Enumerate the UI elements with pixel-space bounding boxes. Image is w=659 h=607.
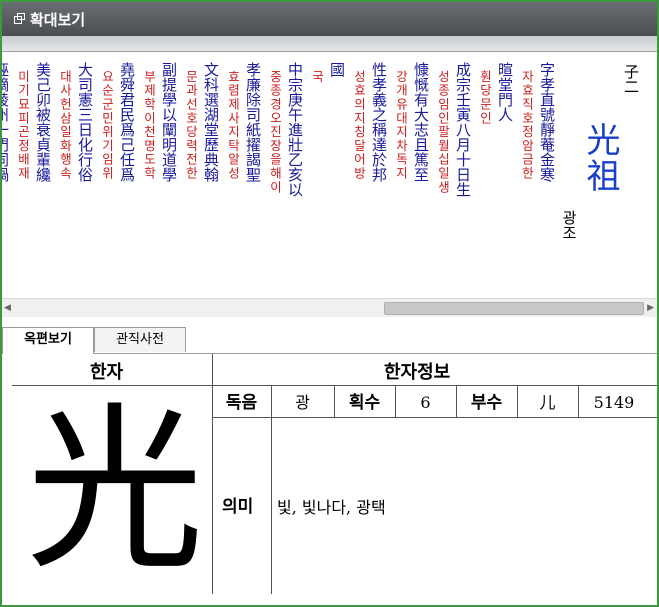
toolbar-strip <box>2 36 657 52</box>
strokes-value: 6 <box>420 393 431 412</box>
strokes-label: 획수 <box>348 393 381 413</box>
zoom-window: 확대보기 子二 光祖 광조 字孝直號靜菴金寒 자효직호정암금한 暄堂門人 훤당문인 成宗壬寅八… <box>0 0 659 607</box>
text-column: 副提學以闡明道學 <box>160 62 178 182</box>
text-column: 강개유대지차독지 <box>394 70 409 181</box>
hanja-info-panel: 한자 한자정보 光 독음 광 획수 6 부수 儿 5149 의미 빛, 빛나다,… <box>12 354 657 603</box>
vertical-text-viewer: 子二 光祖 광조 字孝直號靜菴金寒 자효직호정암금한 暄堂門人 훤당문인 成宗壬寅八月十日生 성… <box>2 52 657 298</box>
text-column: 性孝義之稱達於邦 <box>370 62 388 182</box>
text-column: 光祖 <box>580 122 620 194</box>
reading-value: 광 <box>295 393 310 412</box>
text-column: 성효의지칭달어방 <box>352 70 367 181</box>
text-column: 미기묘피곤정배재 <box>16 70 31 181</box>
scroll-right-arrow-icon[interactable]: ▶ <box>647 303 654 313</box>
radical-label: 부수 <box>470 393 503 413</box>
meaning-value: 빛, 빛나다, 광택 <box>277 498 386 517</box>
text-column: 中宗庚午進壯乙亥以 <box>286 62 304 197</box>
text-column: 大司憲三日化行俗 <box>76 62 94 182</box>
hanja-header: 한자 <box>90 362 124 383</box>
horizontal-scrollbar[interactable]: ◀ ▶ <box>2 298 657 317</box>
divider <box>212 417 657 418</box>
text-column: 중종경오진장을해이 <box>268 70 283 195</box>
text-column: 요순군민위기임위 <box>100 70 115 181</box>
text-column: 대사헌삼일화행속 <box>58 70 73 181</box>
text-column: 성종임인팔월십일생 <box>436 70 451 195</box>
text-column: 誣謫綾州一門同禍 <box>2 62 10 182</box>
text-column: 훤당문인 <box>478 70 493 126</box>
text-column: 광조 <box>560 210 578 240</box>
tab-okpyeon[interactable]: 옥편보기 <box>2 327 94 354</box>
text-column: 자효직호정암금한 <box>520 70 535 181</box>
tab-official-dictionary[interactable]: 관직사전 <box>94 327 186 352</box>
tab-bar: 옥편보기 관직사전 <box>2 327 657 354</box>
code-value: 5149 <box>593 393 635 412</box>
meaning-label: 의미 <box>222 497 254 517</box>
text-column: 字孝直號靜菴金寒 <box>538 62 556 182</box>
text-column: 孝廉除司紙擢謁聖 <box>244 62 262 182</box>
hanja-info-header: 한자정보 <box>384 362 451 383</box>
hanja-large-character: 光 <box>26 387 204 594</box>
window-title: 확대보기 <box>30 11 86 29</box>
text-column: 堯舜君民爲己任爲 <box>118 62 136 182</box>
text-column: 子二 <box>622 64 640 94</box>
reading-label: 독음 <box>225 393 258 413</box>
text-column: 暄堂門人 <box>496 62 514 122</box>
scrollbar-thumb[interactable] <box>384 302 644 315</box>
text-column: 美己卯被衰貞輩纔 <box>34 62 52 182</box>
text-column: 효렴제사지탁알성 <box>226 70 241 181</box>
text-column: 문과선호당력전한 <box>184 70 199 181</box>
scroll-left-arrow-icon[interactable]: ◀ <box>4 303 11 313</box>
text-column: 成宗壬寅八月十日生 <box>454 62 472 197</box>
text-column: 慷慨有大志且篤至 <box>412 62 430 182</box>
radical-value: 儿 <box>539 393 556 412</box>
title-bar: 확대보기 <box>2 2 657 36</box>
text-column: 文科選湖堂歷典翰 <box>202 62 220 182</box>
window-restore-icon <box>14 13 25 24</box>
text-column: 부제학이천명도학 <box>142 70 157 181</box>
text-column: 國 <box>328 62 346 77</box>
text-column: 국 <box>310 70 325 84</box>
